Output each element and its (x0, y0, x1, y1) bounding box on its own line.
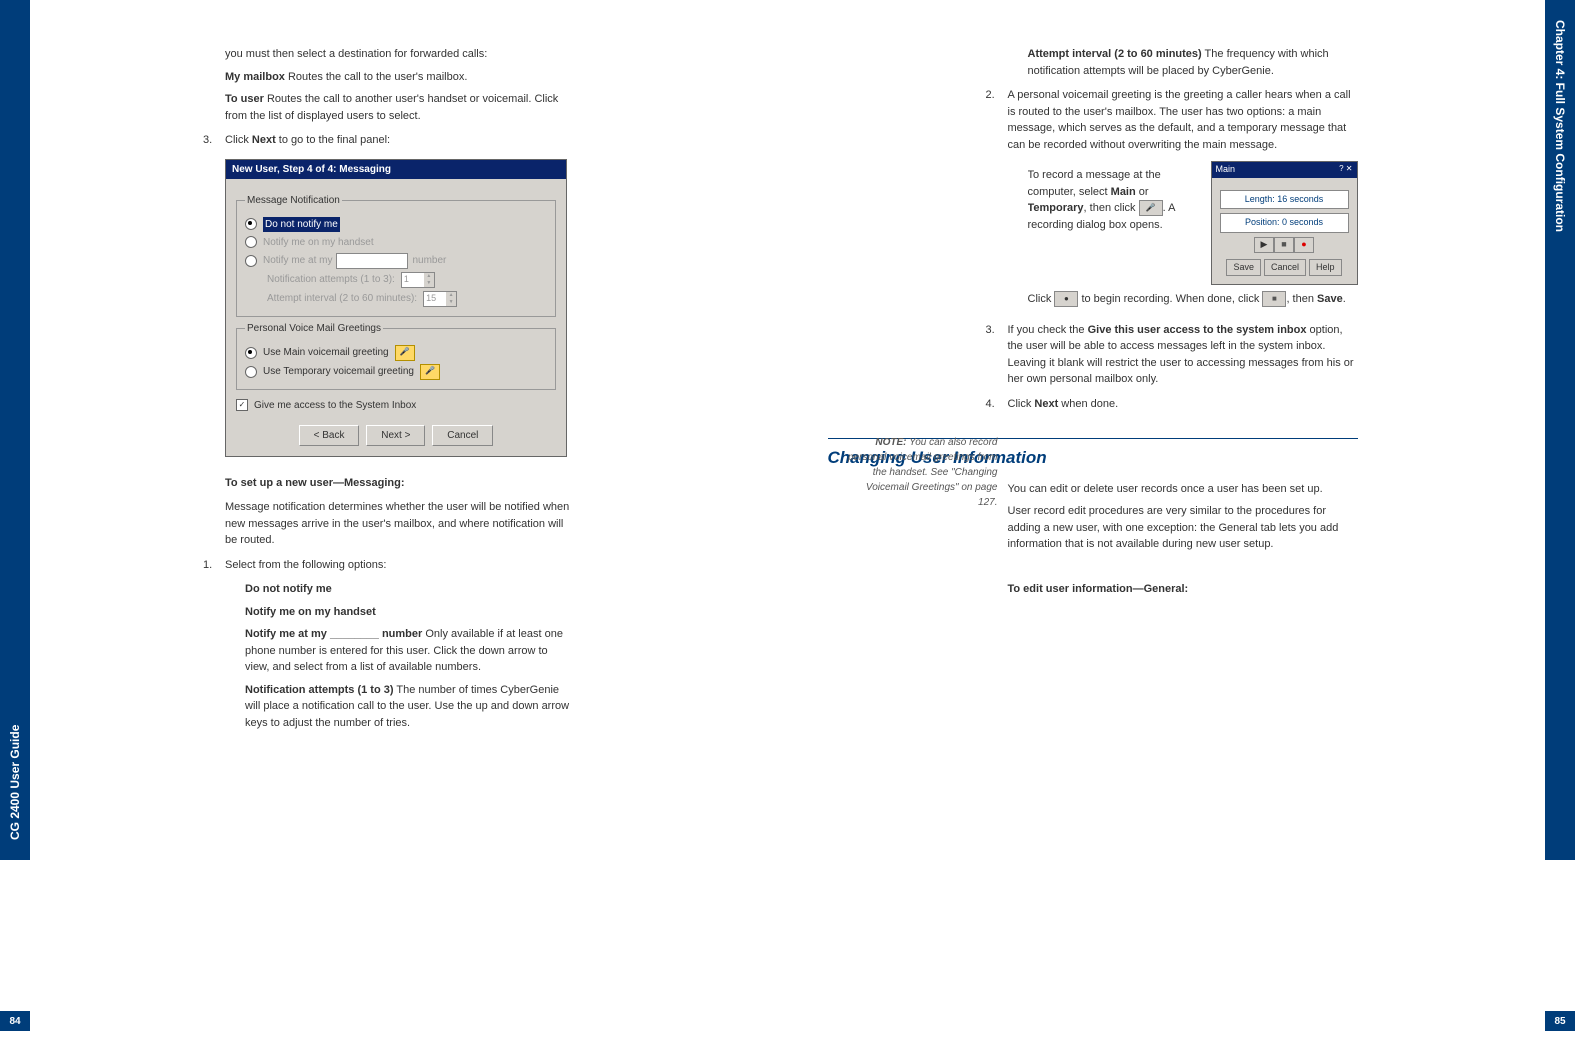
rec-save-button[interactable]: Save (1226, 259, 1261, 277)
radio-temp-greeting[interactable]: Use Temporary voicemail greeting🎤 (245, 364, 547, 380)
margin-note: NOTE: You can also record personal voice… (848, 435, 998, 510)
page-number-right: 85 (1545, 1011, 1575, 1031)
rec-help-button[interactable]: Help (1309, 259, 1342, 277)
para-edit-similar: User record edit procedures are very sim… (1008, 503, 1358, 553)
button-back[interactable]: < Back (299, 425, 360, 446)
record-icon[interactable]: ● (1294, 237, 1314, 253)
stop-icon[interactable]: ■ (1274, 237, 1294, 253)
button-cancel[interactable]: Cancel (432, 425, 493, 446)
left-side-tab: CG 2400 User Guide (0, 0, 30, 860)
field-attempt-interval: Attempt interval (2 to 60 minutes):15▲▼ (267, 291, 547, 307)
checkbox-system-inbox[interactable]: ✓Give me access to the System Inbox (236, 398, 556, 413)
record-button-icon: ● (1054, 291, 1078, 307)
spinner-interval[interactable]: 15▲▼ (423, 291, 457, 307)
spinner-attempts[interactable]: 1▲▼ (401, 272, 435, 288)
step-3-system-inbox: 3. If you check the Give this user acces… (986, 322, 1358, 388)
rec-length: Length: 16 seconds (1220, 190, 1349, 210)
heading-edit-user-general: To edit user information—General: (1008, 581, 1358, 598)
record-temp-icon[interactable]: 🎤 (420, 364, 440, 380)
opt-notify-number: Notify me at my ________ number Only ava… (245, 626, 575, 676)
opt-notify-handset: Notify me on my handset (245, 604, 575, 621)
step-1-select-options: 1. Select from the following options: (203, 557, 575, 574)
page-number-left: 84 (0, 1011, 30, 1031)
window-icons: ? ✕ (1339, 163, 1352, 177)
play-icon[interactable]: ▶ (1254, 237, 1274, 253)
dialog-new-user-messaging: New User, Step 4 of 4: Messaging Message… (225, 159, 567, 457)
heading-setup-user-messaging: To set up a new user—Messaging: (225, 475, 575, 492)
rec-position: Position: 0 seconds (1220, 213, 1349, 233)
field-notif-attempts: Notification attempts (1 to 3):1▲▼ (267, 272, 547, 288)
step-2-greeting: 2. A personal voicemail greeting is the … (986, 87, 1358, 153)
stop-button-icon: ■ (1262, 291, 1286, 307)
para-my-mailbox: My mailbox Routes the call to the user's… (225, 69, 575, 86)
para-edit-delete: You can edit or delete user records once… (1008, 481, 1358, 498)
group-voice-greetings: Personal Voice Mail Greetings Use Main v… (236, 321, 556, 390)
para-to-user: To user Routes the call to another user'… (225, 91, 575, 124)
opt-notif-attempts: Notification attempts (1 to 3) The numbe… (245, 682, 575, 732)
opt-dont-notify: Do not notify me (245, 581, 575, 598)
para-record-click: Click ● to begin recording. When done, c… (1028, 291, 1358, 308)
dialog-title: New User, Step 4 of 4: Messaging (226, 160, 566, 179)
radio-main-greeting[interactable]: Use Main voicemail greeting🎤 (245, 345, 547, 361)
recording-dialog: Main? ✕ Length: 16 seconds Position: 0 s… (1211, 161, 1358, 285)
radio-notify-handset[interactable]: Notify me on my handset (245, 235, 547, 250)
record-main-icon[interactable]: 🎤 (395, 345, 415, 361)
mic-icon: 🎤 (1139, 200, 1163, 216)
para-notif-intro: Message notification determines whether … (225, 499, 575, 549)
page-left: CG 2400 User Guide 84 you must then sele… (0, 0, 788, 1046)
button-next[interactable]: Next > (366, 425, 425, 446)
number-dropdown[interactable] (336, 253, 408, 269)
step-4-click-next: 4. Click Next when done. (986, 396, 1358, 413)
right-side-tab: Chapter 4: Full System Configuration (1545, 0, 1575, 860)
opt-attempt-interval: Attempt interval (2 to 60 minutes) The f… (1028, 46, 1358, 79)
recording-dialog-title: Main? ✕ (1212, 162, 1357, 178)
group-message-notification: Message Notification Do not notify me No… (236, 193, 556, 317)
page-right: Chapter 4: Full System Configuration 85 … (788, 0, 1575, 1046)
rec-cancel-button[interactable]: Cancel (1264, 259, 1306, 277)
radio-do-not-notify[interactable]: Do not notify me (245, 217, 547, 232)
radio-notify-number[interactable]: Notify me at mynumber (245, 253, 547, 269)
para-forward-intro: you must then select a destination for f… (225, 46, 575, 63)
step-3-click-next: 3. Click Next to go to the final panel: (203, 132, 575, 149)
